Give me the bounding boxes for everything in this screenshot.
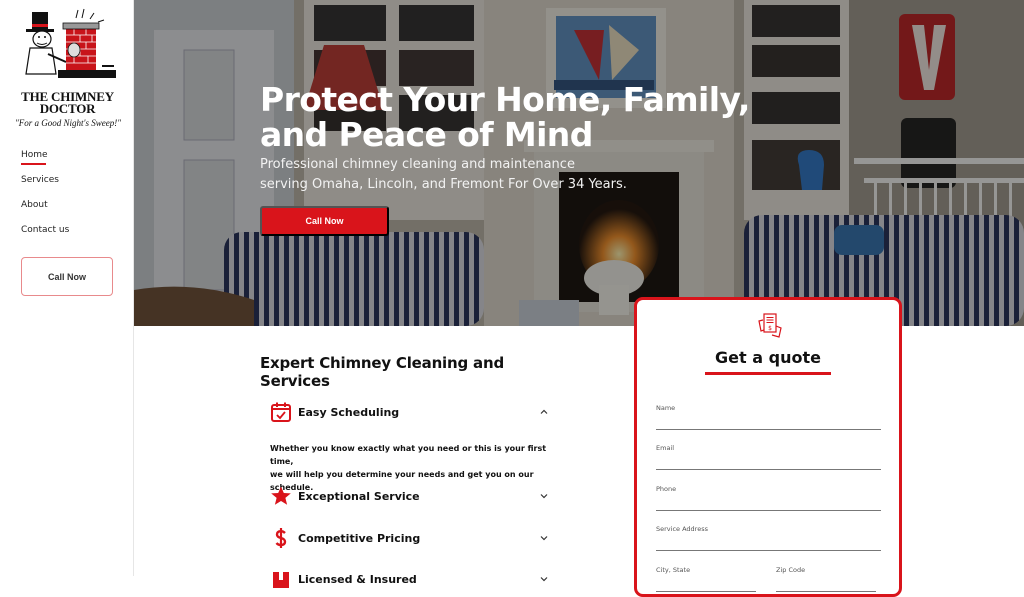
nav-item-services[interactable]: Services: [21, 175, 69, 200]
logo[interactable]: THE CHIMNEY DOCTOR "For a Good Night's S…: [10, 8, 125, 130]
accordion-label: Easy Scheduling: [298, 405, 400, 419]
accordion-easy-scheduling[interactable]: Easy Scheduling: [270, 399, 550, 425]
zip-code-label: Zip Code: [776, 566, 806, 574]
quote-title-underline: [705, 372, 831, 375]
hero-subtitle-line1: Professional chimney cleaning and mainte…: [260, 157, 575, 172]
hero-subtitle-line2: serving Omaha, Lincoln, and Fremont For …: [260, 177, 627, 192]
name-field: Name: [656, 404, 881, 430]
accordion-label: Licensed & Insured: [298, 572, 417, 586]
nav-item-home[interactable]: Home: [21, 150, 69, 175]
services-title: Expert Chimney Cleaning and Services: [260, 354, 504, 390]
chevron-up-icon: [540, 409, 548, 414]
chevron-down-icon: [540, 494, 548, 499]
service-address-input[interactable]: [656, 539, 881, 548]
sidebar-call-now-button[interactable]: Call Now: [21, 257, 113, 296]
city-state-label: City, State: [656, 566, 691, 574]
accordion-label: Exceptional Service: [298, 489, 420, 503]
service-address-field: Service Address: [656, 525, 881, 551]
email-label: Email: [656, 444, 675, 452]
city-state-input[interactable]: [656, 580, 756, 589]
accordion-competitive-pricing[interactable]: Competitive Pricing: [270, 525, 550, 551]
sidebar: THE CHIMNEY DOCTOR "For a Good Night's S…: [0, 0, 134, 576]
license-icon: [270, 568, 292, 590]
nav-item-contact[interactable]: Contact us: [21, 225, 69, 250]
email-input[interactable]: [656, 458, 881, 467]
hero-section: Protect Your Home, Family, and Peace of …: [134, 0, 1024, 326]
phone-label: Phone: [656, 485, 677, 493]
logo-name-line2: DOCTOR: [39, 101, 96, 116]
zip-code-field: Zip Code: [776, 566, 876, 592]
chimney-doctor-mascot-icon: [25, 8, 116, 78]
email-field: Email: [656, 444, 881, 470]
hero-title: Protect Your Home, Family, and Peace of …: [260, 80, 750, 154]
chevron-down-icon: [540, 577, 548, 582]
city-state-field: City, State: [656, 566, 756, 592]
zip-code-input[interactable]: [776, 580, 876, 589]
service-address-label: Service Address: [656, 525, 708, 533]
invoice-icon: $: [758, 313, 782, 338]
star-icon: [270, 485, 292, 507]
name-input[interactable]: [656, 418, 881, 427]
nav-item-about[interactable]: About: [21, 200, 69, 225]
calendar-check-icon: [270, 401, 292, 423]
phone-input[interactable]: [656, 499, 881, 508]
accordion-body-line1: Whether you know exactly what you need o…: [270, 444, 547, 466]
quote-title: Get a quote: [715, 348, 821, 367]
phone-field: Phone: [656, 485, 881, 511]
dollar-icon: [270, 527, 292, 549]
services-section: Expert Chimney Cleaning and Services Eas…: [260, 354, 560, 588]
logo-tagline: "For a Good Night's Sweep!": [15, 118, 121, 128]
name-label: Name: [656, 404, 676, 412]
hero-call-now-button[interactable]: Call Now: [260, 206, 389, 236]
accordion-licensed-insured[interactable]: Licensed & Insured: [270, 566, 550, 592]
accordion-exceptional-service[interactable]: Exceptional Service: [270, 483, 550, 509]
accordion-label: Competitive Pricing: [298, 531, 421, 545]
main-nav: Home Services About Contact us: [21, 150, 69, 250]
chevron-down-icon: [540, 536, 548, 541]
quote-form-card: $ Get a quote Name Email Phone Service A…: [634, 297, 902, 597]
svg-text:$: $: [768, 325, 772, 332]
hero-subtitle: Professional chimney cleaning and mainte…: [260, 155, 680, 195]
